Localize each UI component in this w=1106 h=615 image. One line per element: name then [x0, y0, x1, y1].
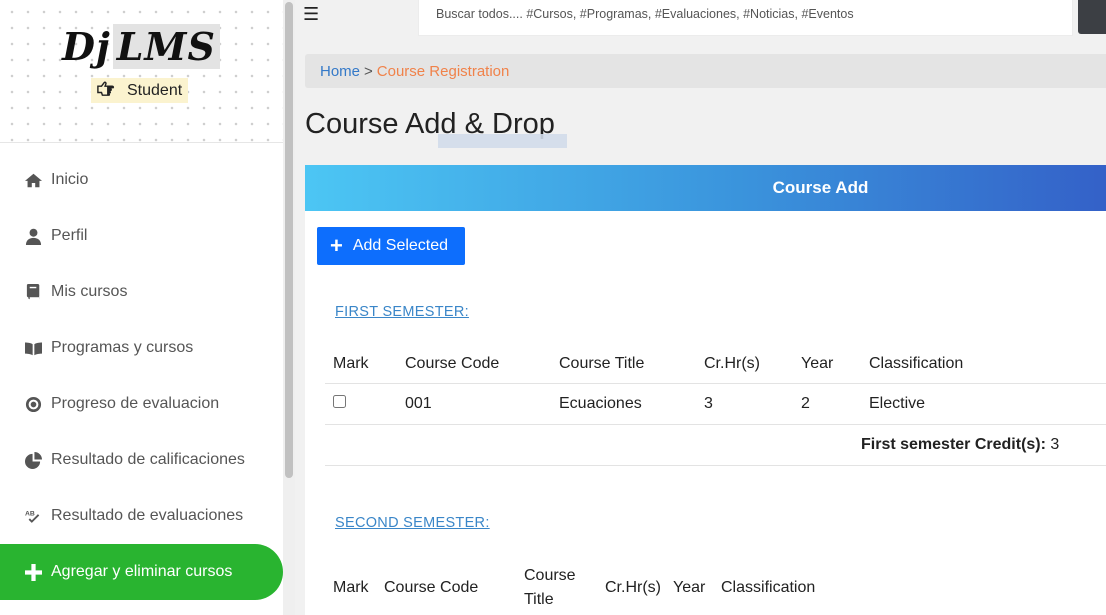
course-title-cell: Ecuaciones — [559, 395, 642, 412]
credits-cell: 3 — [704, 395, 713, 412]
add-selected-button[interactable]: + Add Selected — [317, 227, 465, 265]
column-header-course-code: Course Code — [405, 354, 500, 372]
sidebar-item-label: Resultado de calificaciones — [51, 451, 245, 468]
plus-icon: + — [330, 233, 343, 258]
open-book-icon — [24, 339, 43, 357]
table-header-row: Mark Course Code Course Title Cr.Hr(s) Y… — [325, 344, 1106, 384]
role-badge: Student — [91, 78, 189, 103]
hamburger-menu-icon[interactable]: ☰ — [303, 4, 319, 25]
first-semester-link[interactable]: FIRST SEMESTER: — [335, 304, 469, 320]
scrollbar-thumb[interactable] — [285, 2, 293, 478]
book-icon — [24, 283, 43, 301]
column-header-course-title: Course Title — [559, 354, 645, 372]
role-label: Student — [127, 81, 183, 99]
year-cell: 2 — [801, 395, 810, 412]
mark-cell — [325, 395, 397, 413]
sidebar-item-label: Agregar y eliminar cursos — [51, 563, 233, 580]
column-header-credits: Cr.Hr(s) — [704, 354, 760, 372]
column-header-classification: Classification — [721, 579, 816, 596]
column-header-year: Year — [801, 354, 834, 372]
column-header-mark: Mark — [333, 579, 369, 596]
sidebar-item-label: Perfil — [51, 227, 88, 244]
breadcrumb: Home > Course Registration — [305, 54, 1106, 88]
total-credits-label: First semester Credit(s): — [861, 436, 1046, 453]
sidebar-nav: Inicio Perfil Mis cursos Programas y cur… — [0, 152, 283, 600]
column-header-course-title: Course Title — [524, 567, 576, 608]
sidebar-item-calificaciones[interactable]: Resultado de calificaciones — [0, 432, 283, 488]
total-credits: First semester Credit(s): 3 — [861, 436, 1059, 454]
search-box — [418, 0, 1073, 36]
plus-icon — [24, 563, 43, 581]
sidebar-item-label: Resultado de evaluaciones — [51, 507, 244, 524]
sidebar-scrollbar[interactable] — [283, 0, 295, 615]
title-highlight — [438, 134, 567, 148]
sidebar-item-progreso[interactable]: Progreso de evaluacion — [0, 376, 283, 432]
user-icon — [24, 227, 43, 245]
second-semester-table: Mark Course Code Course Title Cr.Hr(s) Y… — [325, 562, 1106, 614]
hand-pointer-icon — [97, 80, 115, 101]
first-semester-table: Mark Course Code Course Title Cr.Hr(s) Y… — [325, 344, 1106, 466]
breadcrumb-current: Course Registration — [376, 62, 510, 80]
sidebar-item-perfil[interactable]: Perfil — [0, 208, 283, 264]
sidebar-item-label: Inicio — [51, 171, 89, 188]
column-header-course-code: Course Code — [384, 579, 479, 596]
course-code-cell: 001 — [405, 395, 432, 412]
table-row: 001 Ecuaciones 3 2 Elective — [325, 384, 1106, 425]
sidebar-header: Dj LMS Student — [0, 0, 283, 143]
search-input[interactable] — [436, 7, 1072, 21]
column-header-credits: Cr.Hr(s) — [605, 579, 661, 596]
add-selected-label: Add Selected — [352, 237, 449, 254]
total-credits-row: First semester Credit(s): 3 — [325, 425, 1106, 466]
home-icon — [24, 171, 43, 189]
column-header-classification: Classification — [869, 354, 964, 372]
top-bar: ☰ — [295, 0, 1106, 36]
classification-cell: Elective — [869, 395, 926, 412]
column-header-year: Year — [673, 579, 706, 596]
breadcrumb-home[interactable]: Home — [320, 63, 360, 80]
app-logo[interactable]: Dj LMS — [62, 24, 220, 69]
target-icon — [24, 395, 43, 413]
panel-body: + Add Selected FIRST SEMESTER: Mark Cour… — [305, 211, 1106, 615]
svg-text:AB: AB — [25, 510, 35, 517]
sidebar-item-inicio[interactable]: Inicio — [0, 152, 283, 208]
total-credits-value: 3 — [1050, 436, 1060, 453]
sidebar-item-agregar-eliminar[interactable]: Agregar y eliminar cursos — [0, 544, 283, 600]
spell-check-icon: AB — [24, 507, 43, 525]
breadcrumb-separator: > — [364, 62, 373, 80]
sidebar-item-evaluaciones[interactable]: AB Resultado de evaluaciones — [0, 488, 283, 544]
sidebar-item-label: Mis cursos — [51, 283, 128, 300]
chart-pie-icon — [24, 451, 43, 469]
logo-lms: LMS — [112, 24, 220, 69]
logo-dj: Dj — [62, 24, 111, 69]
sidebar: Dj LMS Student Inicio Perfil Mis cursos P… — [0, 0, 283, 615]
sidebar-item-label: Progreso de evaluacion — [51, 395, 220, 412]
course-checkbox[interactable] — [333, 395, 346, 408]
sidebar-item-programas[interactable]: Programas y cursos — [0, 320, 283, 376]
panel-header: Course Add — [305, 165, 1106, 211]
sidebar-item-mis-cursos[interactable]: Mis cursos — [0, 264, 283, 320]
column-header-mark: Mark — [333, 354, 369, 372]
table-header-row: Mark Course Code Course Title Cr.Hr(s) Y… — [325, 562, 1106, 614]
search-button[interactable] — [1078, 0, 1106, 34]
second-semester-link[interactable]: SECOND SEMESTER: — [335, 515, 490, 531]
sidebar-item-label: Programas y cursos — [51, 339, 194, 356]
